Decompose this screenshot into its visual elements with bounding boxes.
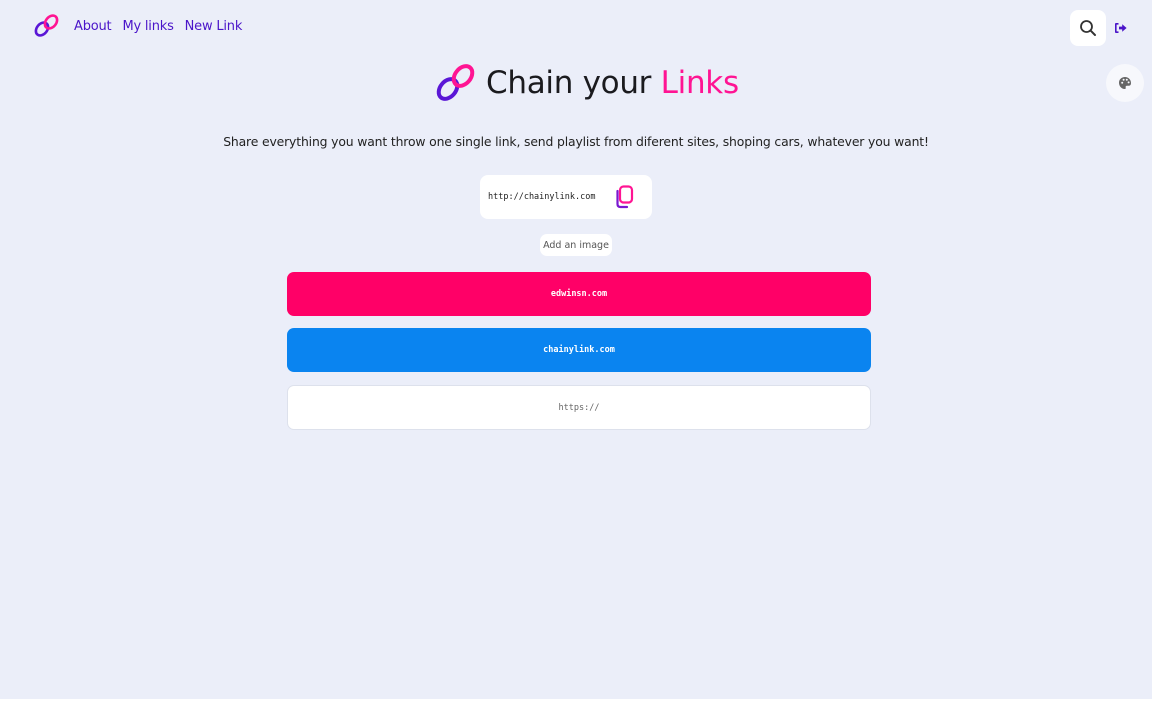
page-background: About My links New Link Chain your Links… <box>0 0 1152 699</box>
new-link-input[interactable]: https:// <box>287 385 871 430</box>
logout-button[interactable] <box>1113 20 1129 36</box>
tagline: Share everything you want throw one sing… <box>223 134 929 149</box>
theme-button[interactable] <box>1106 64 1144 102</box>
search-button[interactable] <box>1070 10 1106 46</box>
share-url-box: http://chainylink.com <box>480 175 652 219</box>
logout-icon <box>1115 23 1127 33</box>
nav-about-link[interactable]: About <box>74 19 112 34</box>
copy-icon[interactable] <box>613 185 635 209</box>
chain-link-icon <box>436 64 475 101</box>
page-title-accent: Links <box>660 65 739 101</box>
add-image-button[interactable]: Add an image <box>540 234 612 256</box>
palette-icon <box>1119 77 1131 89</box>
link-button-chainylink[interactable]: chainylink.com <box>287 328 871 372</box>
nav-my-links-link[interactable]: My links <box>122 19 173 34</box>
page-title: Chain your Links <box>486 65 739 101</box>
link-button-edwinsn[interactable]: edwinsn.com <box>287 272 871 316</box>
search-icon <box>1080 20 1096 36</box>
nav-new-link-link[interactable]: New Link <box>185 19 243 34</box>
chain-link-logo-icon[interactable] <box>31 12 63 40</box>
page-title-main: Chain your <box>486 65 652 101</box>
top-nav: About My links New Link <box>74 19 242 34</box>
hero-heading: Chain your Links <box>431 58 739 108</box>
share-url[interactable]: http://chainylink.com <box>488 192 595 202</box>
